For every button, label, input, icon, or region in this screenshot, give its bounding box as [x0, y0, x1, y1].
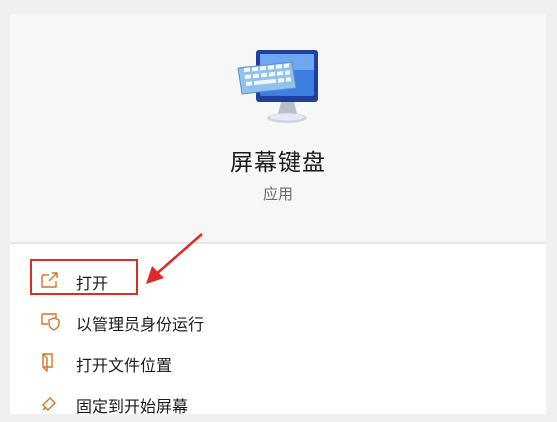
menu-item-label: 固定到开始屏幕	[76, 397, 189, 416]
app-title: 屏幕键盘	[230, 150, 326, 176]
app-header: 屏幕键盘 应用	[10, 14, 546, 242]
pin-icon	[42, 397, 56, 411]
divider	[10, 242, 546, 244]
file-location-icon	[42, 353, 53, 372]
run-as-admin-icon	[41, 313, 60, 331]
start-menu-app-panel: 屏幕键盘 应用 打开 以管理员身份运行 打开文件位置 固定到开始屏幕	[10, 14, 546, 416]
menu-item-file-location[interactable]: 打开文件位置	[10, 343, 546, 381]
menu-item-run-as-admin[interactable]: 以管理员身份运行	[10, 302, 546, 340]
highlight-box	[30, 259, 138, 295]
menu-item-pin[interactable]: 固定到开始屏幕	[10, 384, 546, 422]
menu-item-label: 以管理员身份运行	[76, 315, 205, 334]
menu-item-label: 打开文件位置	[76, 356, 173, 375]
annotation-arrow-icon	[146, 233, 203, 284]
onscreen-keyboard-icon	[237, 50, 318, 123]
app-type-label: 应用	[262, 185, 293, 203]
